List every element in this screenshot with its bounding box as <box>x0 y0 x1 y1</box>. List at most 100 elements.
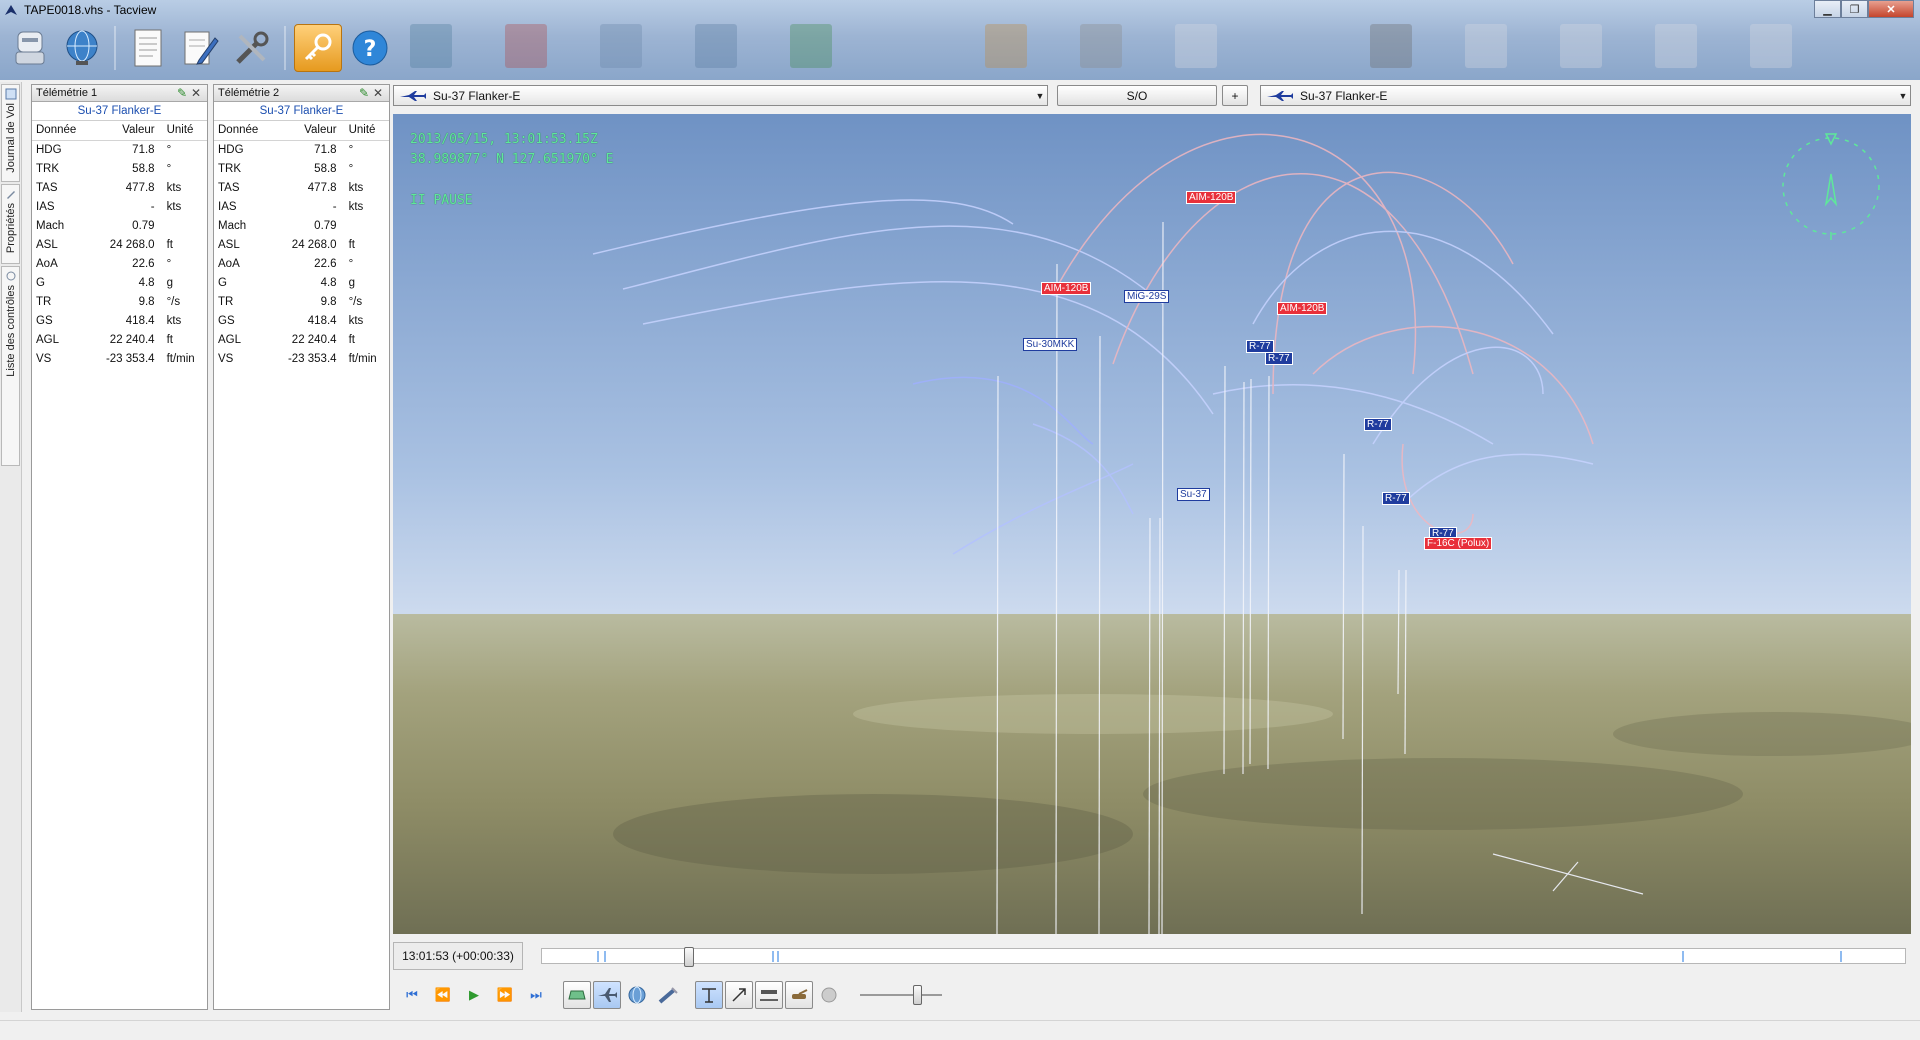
edit-notes-icon <box>184 31 219 65</box>
skip-start-button[interactable]: ⏮ <box>398 981 426 1009</box>
object-label[interactable]: Su-30MKK <box>1023 338 1078 351</box>
faded-icon <box>1655 24 1697 68</box>
labels-icon <box>732 988 746 1002</box>
svg-text:?: ? <box>364 37 377 62</box>
table-row: ASL 24 268.0 ft <box>214 235 389 254</box>
table-row: IAS - kts <box>32 197 207 216</box>
pin-icon[interactable]: ✎ <box>357 86 371 100</box>
tab-proprietes[interactable]: Propriétés <box>1 184 20 264</box>
secondary-object-select[interactable]: Su-37 Flanker-E ▼ <box>1260 85 1911 106</box>
external-view-button[interactable] <box>593 981 621 1009</box>
labels-toggle[interactable] <box>725 981 753 1009</box>
panel-object-name[interactable]: Su-37 Flanker-E <box>214 102 389 121</box>
globe-button[interactable] <box>58 24 106 72</box>
globe-view-button[interactable] <box>623 981 651 1009</box>
event-marker[interactable] <box>597 951 599 962</box>
sound-toggle[interactable] <box>815 981 843 1009</box>
event-marker[interactable] <box>1682 951 1684 962</box>
cell-val: 9.8 <box>138 295 155 308</box>
column-header: Donnée <box>214 121 273 141</box>
object-label[interactable]: R-77 <box>1364 418 1392 431</box>
object-label[interactable]: F-16C (Polux) <box>1424 537 1493 550</box>
ground-objects-toggle[interactable] <box>755 981 783 1009</box>
object-label[interactable]: R-77 <box>1265 352 1293 365</box>
hud-coordinates: 38.989877° N 127.651970° E <box>410 152 614 167</box>
event-marker[interactable] <box>1840 951 1842 962</box>
play-icon: ▶ <box>469 987 479 1002</box>
ground-units-toggle[interactable] <box>785 981 813 1009</box>
object-label[interactable]: Su-37 <box>1177 488 1210 501</box>
cell-unit: kts <box>348 314 364 327</box>
minimize-button[interactable]: ▁ <box>1814 0 1841 18</box>
table-row: G 4.8 g <box>32 273 207 292</box>
cell-val: - <box>150 200 155 213</box>
table-row: HDG 71.8 ° <box>32 140 207 159</box>
altitude-lines-toggle[interactable] <box>695 981 723 1009</box>
primary-object-select[interactable]: Su-37 Flanker-E ▼ <box>393 85 1048 106</box>
license-button[interactable] <box>294 24 342 72</box>
close-button[interactable]: ✕ <box>1868 0 1914 18</box>
side-tabs: Journal de Vol Propriétés Liste des cont… <box>0 82 22 1012</box>
cell-unit: ° <box>348 143 354 156</box>
close-icon[interactable]: ✕ <box>371 86 385 100</box>
cell-unit: ft <box>166 333 173 346</box>
playback-speed-slider[interactable] <box>860 985 942 1005</box>
cockpit-view-icon <box>568 990 586 1000</box>
cell-name: AGL <box>36 333 60 346</box>
settings-button[interactable] <box>228 24 276 72</box>
timeline-slider[interactable] <box>541 947 1906 967</box>
event-marker[interactable] <box>772 951 774 962</box>
pin-icon[interactable]: ✎ <box>175 86 189 100</box>
cell-unit: g <box>348 276 355 289</box>
rewind-button[interactable]: ⏪ <box>429 981 457 1009</box>
table-row: HDG 71.8 ° <box>214 140 389 159</box>
cell-val: 0.79 <box>314 219 337 232</box>
properties-icon <box>6 191 15 199</box>
3d-viewport[interactable]: 2013/05/15, 13:01:53.15Z 38.989877° N 12… <box>393 114 1911 934</box>
help-button[interactable]: ? <box>346 24 394 72</box>
tab-liste-des-controles[interactable]: Liste des contrôles <box>1 266 20 466</box>
object-label[interactable]: AIM-120B <box>1277 302 1328 315</box>
recorder-button[interactable] <box>6 24 54 72</box>
object-label[interactable]: MiG-29S <box>1124 290 1170 303</box>
faded-icon <box>1465 24 1507 68</box>
cell-name: TAS <box>36 181 58 194</box>
cell-name: HDG <box>36 143 62 156</box>
maximize-button[interactable]: ❐ <box>1841 0 1868 18</box>
cockpit-view-button[interactable] <box>563 981 591 1009</box>
telemetry-panel-2: Télémétrie 2 ✎ ✕ Su-37 Flanker-E Donnée … <box>213 84 390 1010</box>
faded-icon <box>790 24 832 68</box>
object-label[interactable]: R-77 <box>1382 492 1410 505</box>
add-view-button[interactable]: + <box>1222 85 1248 106</box>
cell-val: 22 240.4 <box>109 333 155 346</box>
panel-object-name[interactable]: Su-37 Flanker-E <box>32 102 207 121</box>
play-button[interactable]: ▶ <box>460 981 488 1009</box>
window-title: TAPE0018.vhs - Tacview <box>24 3 157 17</box>
cell-unit <box>341 216 389 235</box>
faded-icon <box>505 24 547 68</box>
table-row: TRK 58.8 ° <box>214 159 389 178</box>
skip-end-button[interactable]: ⏭ <box>522 981 550 1009</box>
table-row: AoA 22.6 ° <box>214 254 389 273</box>
so-button[interactable]: S/O <box>1057 85 1217 106</box>
cell-unit: °/s <box>348 295 363 308</box>
fast-forward-button[interactable]: ⏩ <box>491 981 519 1009</box>
object-label[interactable]: AIM-120B <box>1041 282 1092 295</box>
hud-pause-status: II PAUSE <box>410 193 473 208</box>
event-marker[interactable] <box>604 951 606 962</box>
notes-button[interactable] <box>176 24 224 72</box>
faded-icon <box>1370 24 1412 68</box>
object-label[interactable]: AIM-120B <box>1186 191 1237 204</box>
event-marker[interactable] <box>777 951 779 962</box>
slider-thumb[interactable] <box>912 985 922 1005</box>
report-button[interactable] <box>124 24 172 72</box>
cell-unit: ft/min <box>166 352 195 365</box>
timeline-thumb[interactable] <box>684 947 695 967</box>
main-toolbar: ? <box>6 22 394 74</box>
title-bar: TAPE0018.vhs - Tacview <box>0 0 1920 20</box>
telemetry-panel-1: Télémétrie 1 ✎ ✕ Su-37 Flanker-E Donnée … <box>31 84 208 1010</box>
satellite-view-button[interactable] <box>654 981 682 1009</box>
close-icon[interactable]: ✕ <box>189 86 203 100</box>
tab-journal-de-vol[interactable]: Journal de Vol <box>1 84 20 182</box>
cell-name: G <box>218 276 227 289</box>
